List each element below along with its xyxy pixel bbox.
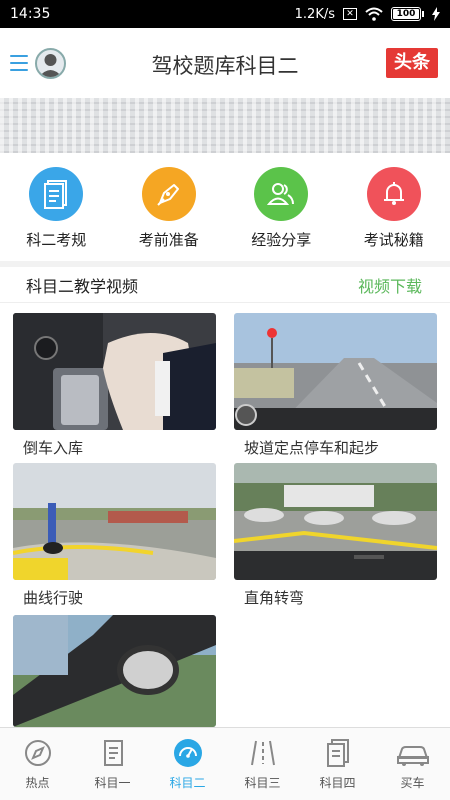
tab-subject-3[interactable]: 科目三 bbox=[225, 728, 300, 800]
video-card[interactable]: 倒车入库 bbox=[13, 313, 216, 458]
section-title: 科目二教学视频 bbox=[26, 276, 139, 296]
video-title: 曲线行驶 bbox=[23, 589, 84, 607]
car-icon bbox=[396, 746, 429, 766]
bottom-nav: 热点 科目一 科目二 科目三 科目四 买车 bbox=[0, 727, 450, 800]
banner-strip bbox=[0, 98, 450, 153]
category-exam-rules[interactable]: 科二考规 bbox=[0, 153, 113, 261]
sim-icon: ✕ bbox=[343, 8, 357, 20]
category-prep[interactable]: 考前准备 bbox=[113, 153, 226, 261]
category-label: 科二考规 bbox=[26, 231, 87, 249]
tab-subject-2[interactable]: 科目二 bbox=[150, 728, 225, 800]
tab-label: 科目四 bbox=[319, 776, 356, 790]
video-thumbnail[interactable] bbox=[13, 463, 216, 580]
category-grid: 科二考规 考前准备 经验分享 考试秘籍 bbox=[0, 153, 450, 261]
network-speed: 1.2K/s bbox=[294, 6, 335, 22]
pages-icon bbox=[326, 739, 349, 767]
category-label: 考试秘籍 bbox=[363, 231, 424, 249]
category-experience[interactable]: 经验分享 bbox=[225, 153, 338, 261]
video-thumbnail[interactable] bbox=[234, 313, 437, 430]
bell-icon bbox=[366, 167, 421, 221]
status-time: 14:35 bbox=[10, 6, 51, 22]
book-icon bbox=[103, 740, 123, 766]
page-title: 驾校题库科目二 bbox=[151, 54, 299, 78]
video-thumbnail[interactable] bbox=[234, 463, 437, 580]
video-title: 直角转弯 bbox=[244, 589, 305, 607]
compass-icon bbox=[24, 740, 51, 766]
pen-icon bbox=[141, 167, 196, 221]
video-section: 科目二教学视频 视频下载 倒车入库 坡道定点停车和起步 曲线行驶 直角转弯 bbox=[0, 267, 450, 727]
video-thumbnail[interactable] bbox=[13, 313, 216, 430]
tab-label: 科目二 bbox=[169, 776, 206, 790]
charging-icon bbox=[432, 7, 440, 21]
category-tips[interactable]: 考试秘籍 bbox=[338, 153, 450, 261]
video-title: 坡道定点停车和起步 bbox=[244, 439, 380, 457]
video-card[interactable]: 坡道定点停车和起步 bbox=[234, 313, 437, 458]
app-header: 驾校题库科目二 头条 bbox=[0, 28, 450, 98]
tab-subject-4[interactable]: 科目四 bbox=[300, 728, 375, 800]
document-icon bbox=[29, 167, 84, 221]
users-icon bbox=[254, 167, 309, 221]
tab-label: 科目一 bbox=[94, 776, 131, 790]
wifi-icon bbox=[365, 7, 383, 21]
category-label: 经验分享 bbox=[251, 231, 312, 249]
tab-subject-1[interactable]: 科目一 bbox=[75, 728, 150, 800]
video-card[interactable]: 直角转弯 bbox=[234, 463, 437, 608]
gauge-icon bbox=[173, 739, 202, 767]
toutiao-button[interactable]: 头条 bbox=[386, 48, 438, 78]
video-download-link[interactable]: 视频下载 bbox=[358, 273, 422, 297]
tab-label: 科目三 bbox=[244, 776, 281, 790]
tab-hot[interactable]: 热点 bbox=[0, 728, 75, 800]
video-title: 倒车入库 bbox=[23, 439, 84, 457]
video-thumbnail[interactable] bbox=[13, 615, 216, 727]
road-icon bbox=[250, 740, 275, 766]
video-card[interactable]: 曲线行驶 bbox=[13, 463, 216, 608]
video-card[interactable] bbox=[13, 615, 216, 734]
category-label: 考前准备 bbox=[138, 231, 199, 249]
status-bar: 14:35 1.2K/s ✕ 100 bbox=[0, 0, 450, 28]
tab-label: 热点 bbox=[25, 776, 50, 790]
battery-icon: 100 bbox=[391, 7, 424, 21]
tab-label: 买车 bbox=[400, 776, 425, 790]
tab-buy-car[interactable]: 买车 bbox=[375, 728, 450, 800]
battery-level: 100 bbox=[393, 9, 419, 19]
